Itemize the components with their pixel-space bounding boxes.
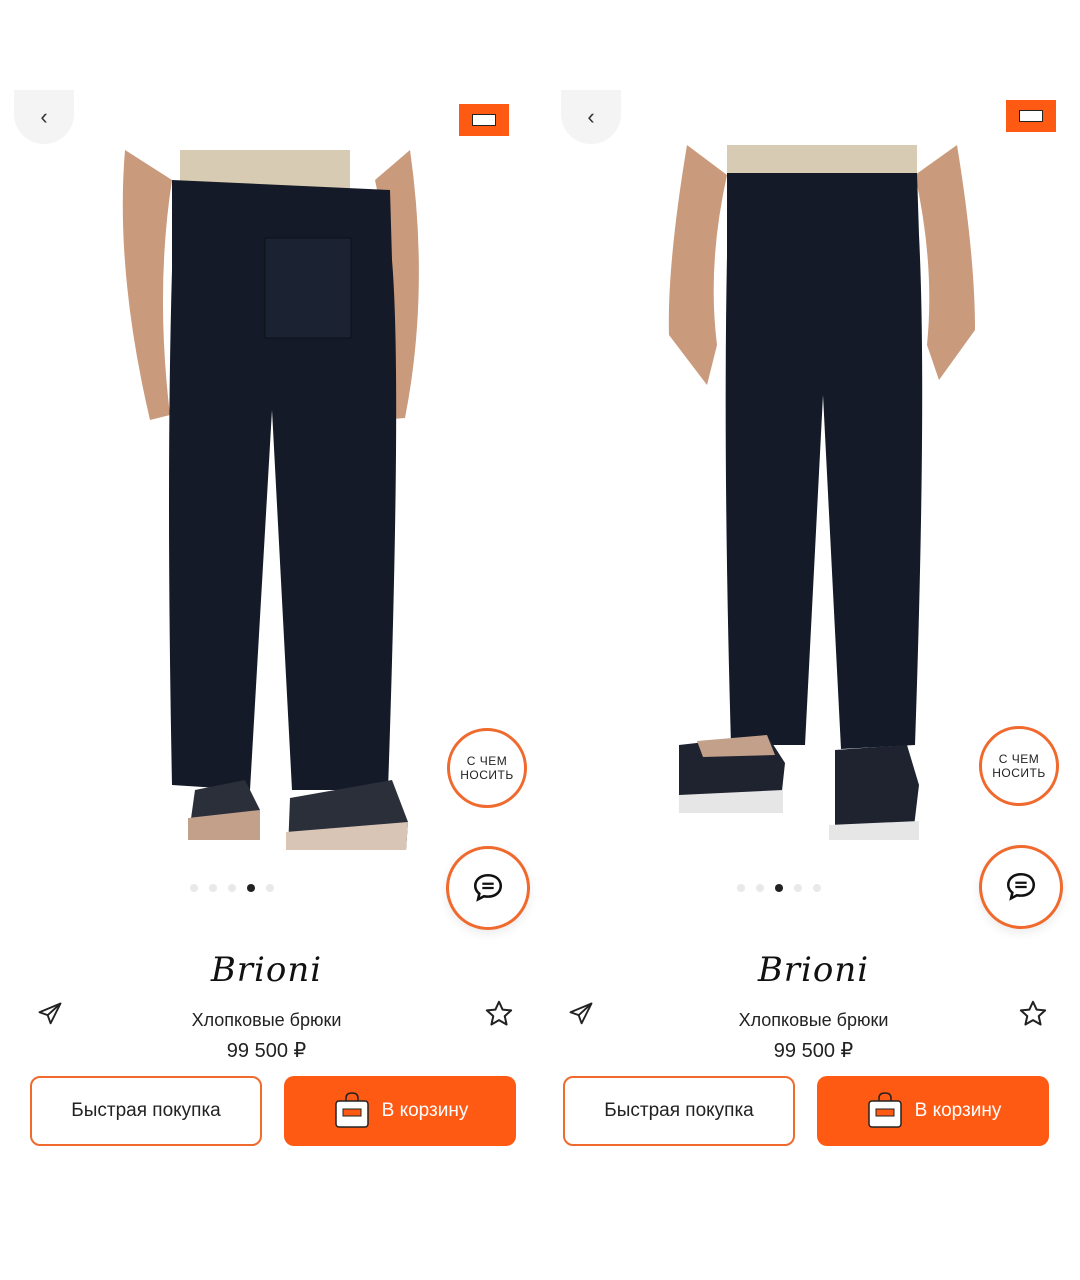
brand-logo[interactable]: Brioni xyxy=(547,950,1080,990)
shopping-bag-icon xyxy=(334,1092,369,1128)
carousel-dot[interactable] xyxy=(812,884,821,892)
carousel-dot[interactable] xyxy=(755,884,764,892)
carousel-dot[interactable] xyxy=(189,884,198,892)
quick-buy-label: Быстрая покупка xyxy=(604,1100,754,1121)
pants-front-image xyxy=(668,145,975,840)
what-to-wear-button[interactable]: С ЧЕМ НОСИТЬ xyxy=(447,728,527,808)
add-to-cart-label: В корзину xyxy=(914,1100,1002,1121)
product-photo[interactable] xyxy=(657,145,987,865)
shopping-bag-icon xyxy=(867,1092,902,1128)
what-to-wear-label: С ЧЕМ НОСИТЬ xyxy=(992,752,1046,780)
carousel-dot[interactable] xyxy=(208,884,217,892)
store-badge[interactable] xyxy=(1006,100,1056,132)
quick-buy-label: Быстрая покупка xyxy=(71,1100,221,1121)
carousel-dot[interactable] xyxy=(265,884,274,892)
shopping-bag-icon xyxy=(1019,110,1043,122)
add-to-cart-button[interactable]: В корзину xyxy=(817,1076,1049,1146)
top-bar: ‹ xyxy=(561,90,1056,144)
pants-back-image xyxy=(122,150,419,850)
carousel-dot[interactable] xyxy=(793,884,802,892)
chat-bubble-icon xyxy=(473,873,503,902)
what-to-wear-label: С ЧЕМ НОСИТЬ xyxy=(460,754,514,782)
product-title: Хлопковые брюки xyxy=(191,1010,342,1030)
product-price: 99 500 ₽ xyxy=(773,1040,854,1062)
product-title: Хлопковые брюки xyxy=(738,1010,889,1030)
carousel-dot-active[interactable] xyxy=(246,884,255,892)
store-badge[interactable] xyxy=(459,104,509,136)
product-photo[interactable] xyxy=(110,150,440,870)
back-button[interactable]: ‹ xyxy=(561,90,621,144)
carousel-dot[interactable] xyxy=(227,884,236,892)
brand-logo[interactable]: Brioni xyxy=(0,950,533,990)
chevron-left-icon: ‹ xyxy=(587,104,595,129)
chevron-left-icon: ‹ xyxy=(40,104,48,129)
quick-buy-button[interactable]: Быстрая покупка xyxy=(30,1076,262,1146)
product-price: 99 500 ₽ xyxy=(226,1040,307,1062)
chat-button[interactable] xyxy=(979,845,1063,929)
carousel-dot-active[interactable] xyxy=(774,884,783,892)
back-button[interactable]: ‹ xyxy=(14,90,74,144)
chat-button[interactable] xyxy=(446,846,530,930)
shopping-bag-icon xyxy=(472,114,496,126)
carousel-dot[interactable] xyxy=(736,884,745,892)
product-screen-back-view: ‹ С ЧЕМ НОСИТЬ Brioni Хлопковые брюки 99… xyxy=(0,0,533,1280)
top-bar: ‹ xyxy=(14,90,509,144)
add-to-cart-label: В корзину xyxy=(381,1100,469,1121)
what-to-wear-button[interactable]: С ЧЕМ НОСИТЬ xyxy=(979,726,1059,806)
product-screen-front-view: ‹ С ЧЕМ НОСИТЬ Brioni Хлопковые брюки 99… xyxy=(547,0,1080,1280)
quick-buy-button[interactable]: Быстрая покупка xyxy=(563,1076,795,1146)
chat-bubble-icon xyxy=(1006,872,1036,901)
add-to-cart-button[interactable]: В корзину xyxy=(284,1076,516,1146)
